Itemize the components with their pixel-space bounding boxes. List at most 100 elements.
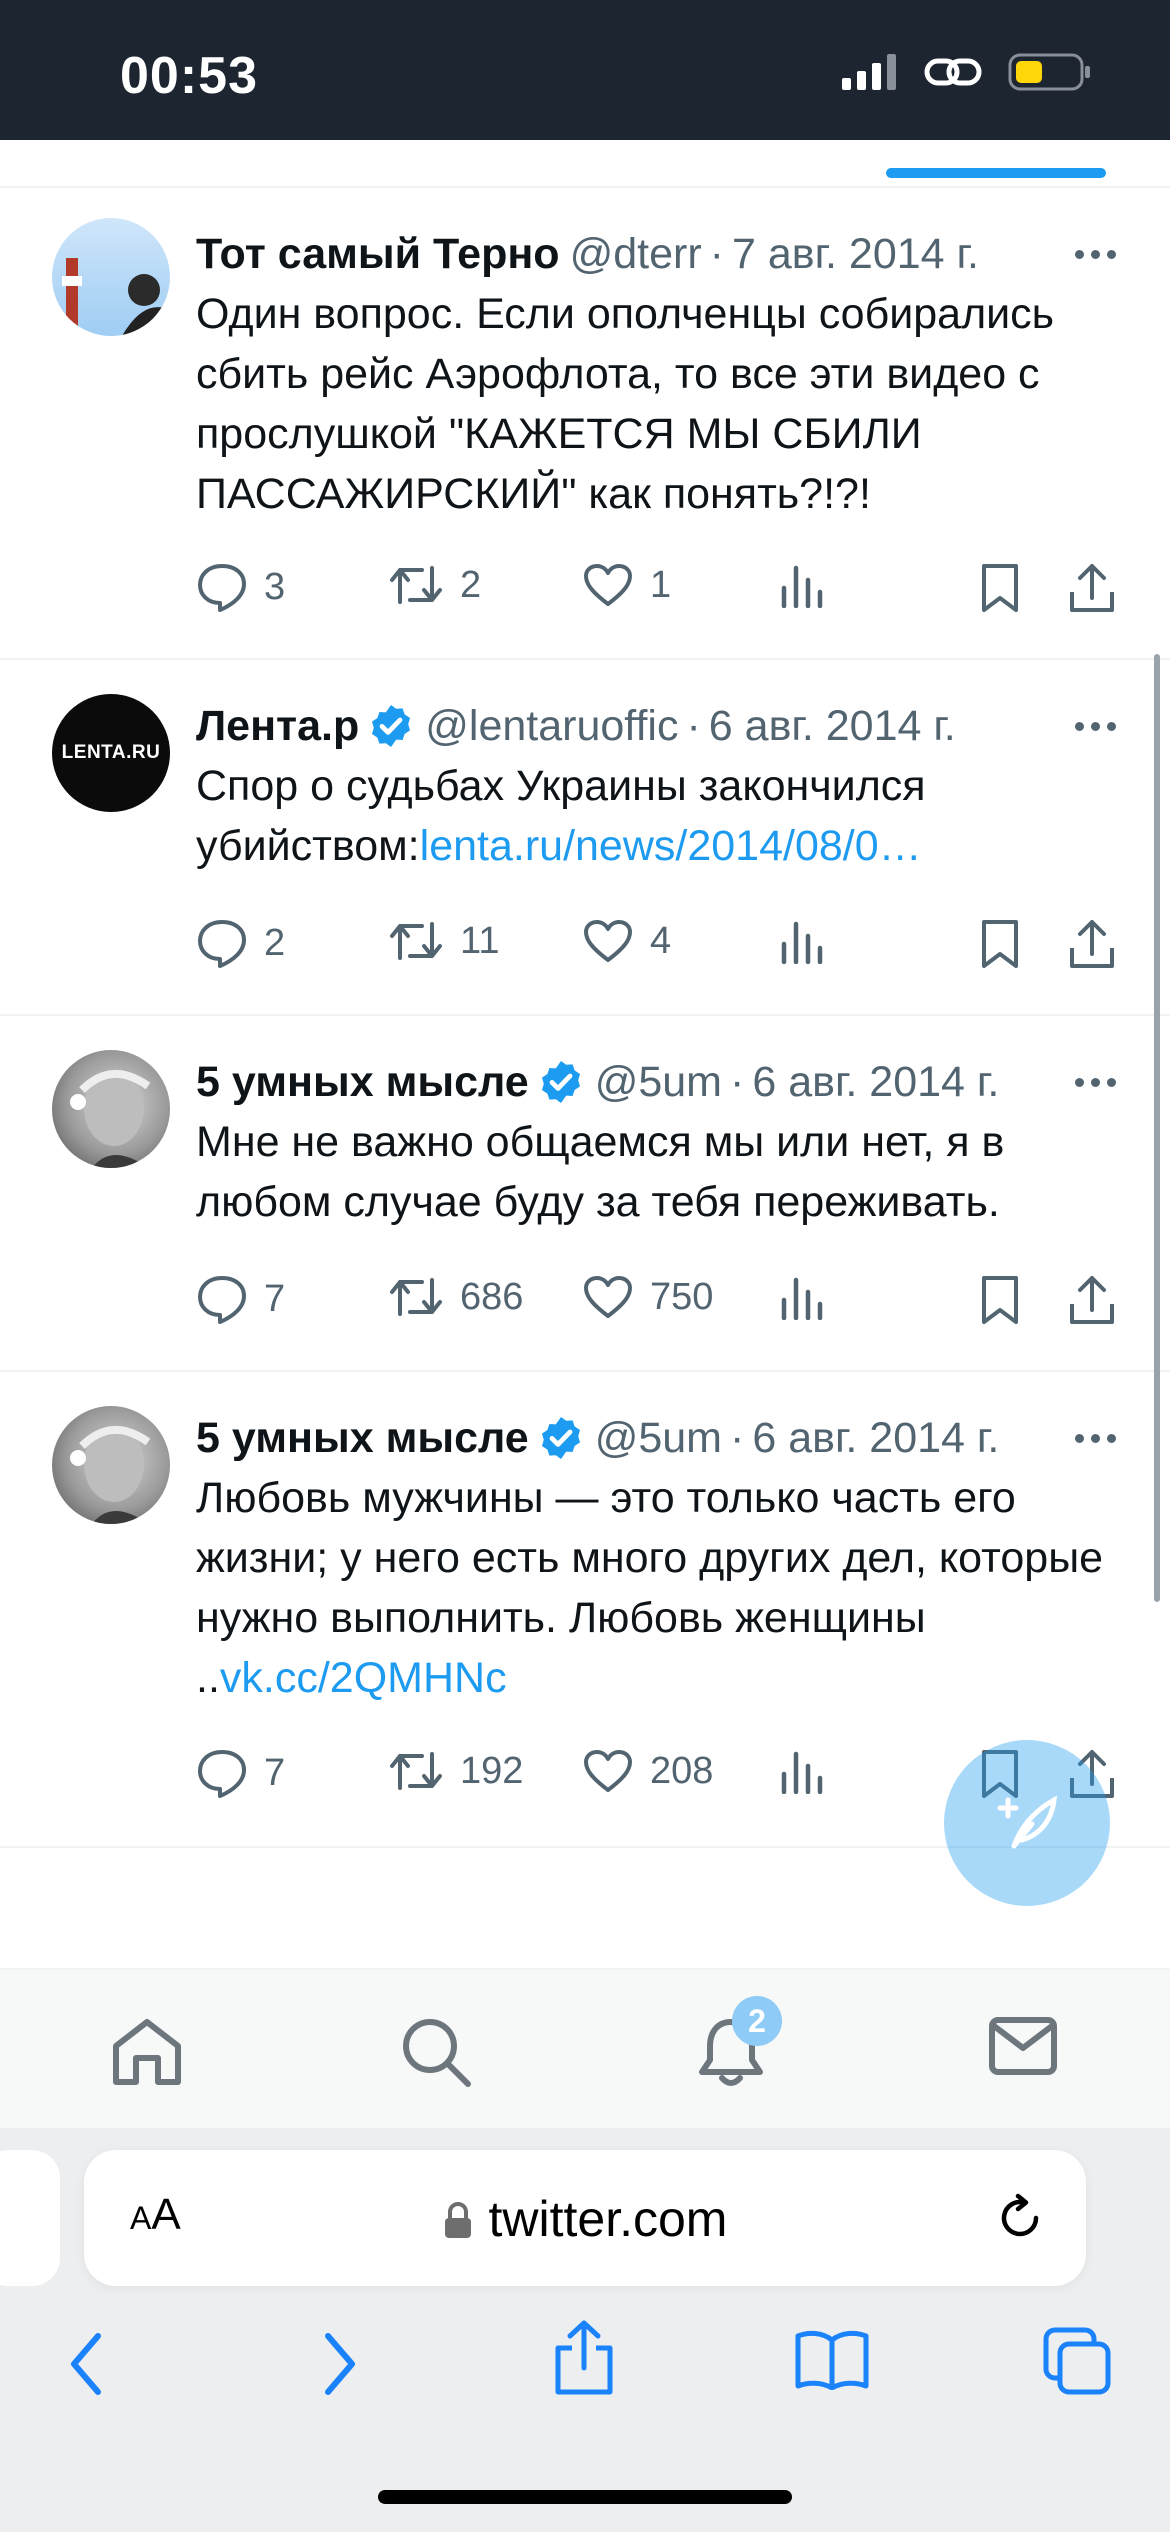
book-icon — [795, 2330, 869, 2391]
like-button[interactable]: 750 — [582, 1274, 713, 1320]
author-name[interactable]: Тот самый Терно — [196, 230, 560, 279]
safari-toolbar: AA twitter.com — [0, 2128, 1170, 2532]
reply-button[interactable]: 7 — [196, 1748, 285, 1798]
bookmark-icon — [980, 918, 1020, 970]
share-button[interactable] — [1068, 562, 1116, 614]
reply-icon — [196, 562, 248, 612]
retweet-icon — [388, 1748, 444, 1794]
avatar-photo — [70, 1425, 151, 1524]
avatar[interactable] — [52, 1406, 170, 1524]
nav-messages[interactable] — [988, 2016, 1058, 2081]
reply-icon — [196, 1748, 248, 1798]
views-icon — [780, 562, 824, 608]
like-icon — [582, 1748, 634, 1794]
vpn-link-icon — [924, 58, 982, 86]
back-button[interactable] — [64, 2330, 108, 2403]
tweet-text: Любовь мужчины — это только часть его жи… — [196, 1468, 1130, 1708]
more-options-icon[interactable] — [1057, 249, 1116, 259]
reply-count: 3 — [264, 565, 286, 608]
active-tab-indicator — [886, 168, 1106, 178]
retweet-button[interactable]: 686 — [388, 1274, 523, 1320]
like-button[interactable]: 208 — [582, 1748, 713, 1794]
reload-icon[interactable] — [994, 2192, 1046, 2244]
author-name[interactable]: 5 умных мысле — [196, 1414, 529, 1463]
share-button[interactable] — [1068, 918, 1116, 970]
compose-tweet-button[interactable] — [944, 1740, 1110, 1906]
previous-tab-preview[interactable] — [0, 2150, 60, 2286]
tweet-feed[interactable]: Тот самый Терно @dterr · 7 авг. 2014 г. … — [0, 188, 1170, 1848]
like-button[interactable]: 1 — [582, 562, 671, 608]
avatar[interactable]: LENTA.RU — [52, 694, 170, 812]
author-name[interactable]: Лента.р — [196, 702, 359, 751]
verified-badge-icon — [372, 705, 411, 747]
views-icon — [780, 918, 824, 964]
bookmark-button[interactable] — [980, 1274, 1020, 1326]
tweet-link[interactable]: lenta.ru/news/2014/08/0… — [420, 822, 922, 870]
nav-home[interactable] — [110, 2016, 184, 2091]
status-icons — [842, 52, 1092, 92]
author-handle[interactable]: @dterr — [570, 230, 702, 279]
chevron-right-icon — [325, 2333, 355, 2395]
tweet-date[interactable]: 6 авг. 2014 г. — [752, 1058, 999, 1107]
tweet-actions: 3 2 1 — [196, 562, 1126, 622]
like-button[interactable]: 4 — [582, 918, 671, 964]
reply-button[interactable]: 7 — [196, 1274, 285, 1324]
like-count: 208 — [650, 1749, 714, 1792]
retweet-button[interactable]: 192 — [388, 1748, 523, 1794]
tweet-text: Мне не важно общаемся мы или нет, я в лю… — [196, 1112, 1130, 1232]
nav-search[interactable] — [400, 2016, 472, 2093]
tabs-icon — [1043, 2327, 1111, 2395]
forward-button[interactable] — [318, 2330, 362, 2403]
bookmark-button[interactable] — [980, 918, 1020, 970]
scrollbar[interactable] — [1154, 654, 1160, 1602]
address-bar[interactable]: AA twitter.com — [84, 2150, 1086, 2286]
tweet[interactable]: 5 умных мысле @5um · 6 авг. 2014 г. Мне … — [0, 1016, 1170, 1372]
tweet[interactable]: LENTA.RU Лента.р @lentaruoffic · 6 авг. … — [0, 660, 1170, 1016]
tweet-text-content: Мне не важно общаемся мы или нет, я в лю… — [196, 1118, 1005, 1226]
share-button[interactable] — [1068, 1274, 1116, 1326]
tweet[interactable]: Тот самый Терно @dterr · 7 авг. 2014 г. … — [0, 188, 1170, 660]
avatar-photo — [70, 1069, 151, 1168]
reply-count: 2 — [264, 921, 286, 964]
bookmarks-button[interactable] — [794, 2328, 870, 2395]
reply-button[interactable]: 3 — [196, 562, 285, 612]
share-icon — [1068, 562, 1116, 614]
url-display[interactable]: twitter.com — [84, 2190, 1086, 2248]
views-button[interactable] — [780, 918, 824, 964]
author-handle[interactable]: @lentaruoffic — [425, 702, 678, 751]
reply-icon — [196, 1274, 248, 1324]
verified-badge-icon — [541, 1061, 580, 1103]
separator-dot: · — [730, 1413, 745, 1462]
tweet-link[interactable]: vk.cc/2QMHNc — [220, 1654, 507, 1702]
tabs-button[interactable] — [1042, 2326, 1112, 2401]
author-handle[interactable]: @5um — [595, 1414, 722, 1463]
more-options-icon[interactable] — [1057, 1077, 1116, 1087]
views-button[interactable] — [780, 1274, 824, 1320]
share-icon — [555, 2320, 613, 2395]
reply-button[interactable]: 2 — [196, 918, 285, 968]
tweet-date[interactable]: 6 авг. 2014 г. — [752, 1414, 999, 1463]
tweet-date[interactable]: 7 авг. 2014 г. — [732, 230, 979, 279]
bookmark-button[interactable] — [980, 562, 1020, 614]
views-button[interactable] — [780, 1748, 824, 1794]
avatar[interactable] — [52, 218, 170, 336]
tweet-date[interactable]: 6 авг. 2014 г. — [709, 702, 956, 751]
timeline-tab-strip — [0, 140, 1170, 188]
avatar[interactable] — [52, 1050, 170, 1168]
retweet-button[interactable]: 2 — [388, 562, 481, 608]
home-indicator — [378, 2490, 792, 2504]
like-icon — [582, 562, 634, 608]
retweet-count: 686 — [460, 1275, 524, 1318]
retweet-icon — [388, 1274, 444, 1320]
author-handle[interactable]: @5um — [595, 1058, 722, 1107]
more-options-icon[interactable] — [1057, 1433, 1116, 1443]
bottom-nav: 2 — [0, 1968, 1170, 2128]
retweet-count: 192 — [460, 1749, 524, 1792]
more-options-icon[interactable] — [1057, 721, 1116, 731]
share-button[interactable] — [552, 2320, 616, 2401]
reply-count: 7 — [264, 1751, 286, 1794]
views-button[interactable] — [780, 562, 824, 608]
retweet-button[interactable]: 11 — [388, 918, 499, 964]
reply-count: 7 — [264, 1277, 286, 1320]
author-name[interactable]: 5 умных мысле — [196, 1058, 529, 1107]
